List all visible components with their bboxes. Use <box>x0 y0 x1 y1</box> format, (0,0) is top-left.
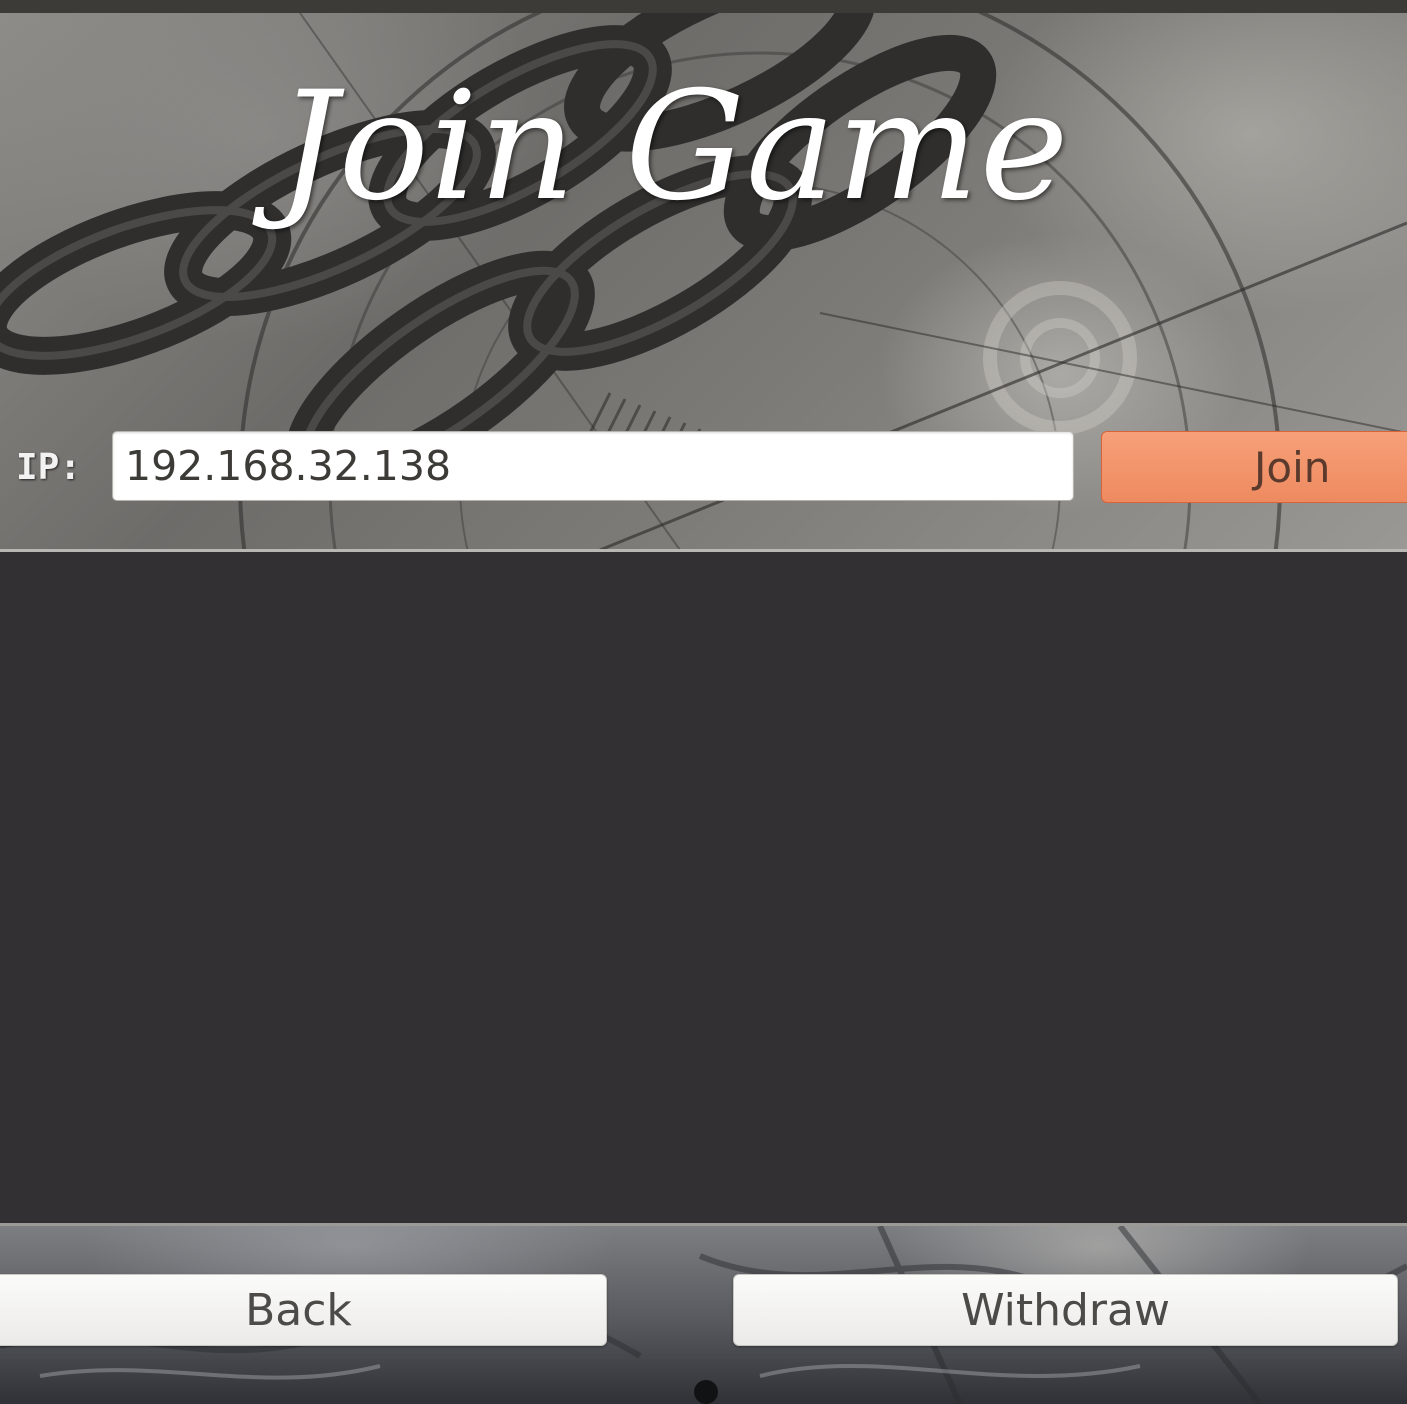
join-game-window: Join Game IP: Join Back Withdraw <box>0 0 1407 1404</box>
back-button[interactable]: Back <box>0 1274 607 1346</box>
page-title: Join Game <box>277 60 1070 234</box>
window-titlebar <box>0 0 1407 13</box>
join-button[interactable]: Join <box>1101 431 1407 503</box>
ip-address-input[interactable] <box>112 431 1074 501</box>
game-list-area <box>0 552 1407 1223</box>
withdraw-button[interactable]: Withdraw <box>733 1274 1398 1346</box>
ip-label: IP: <box>16 447 82 488</box>
